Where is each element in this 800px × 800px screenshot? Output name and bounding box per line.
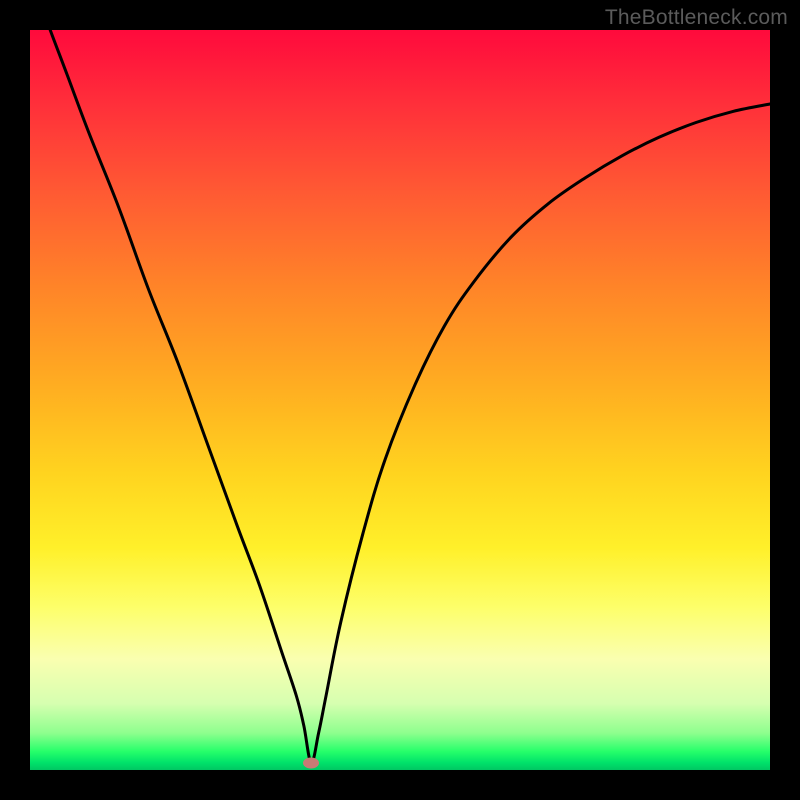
watermark-text: TheBottleneck.com [605,6,788,30]
plot-area [30,30,770,770]
bottleneck-curve [30,0,770,763]
curve-svg [30,30,770,770]
minimum-marker [303,757,319,768]
chart-frame: TheBottleneck.com [0,0,800,800]
